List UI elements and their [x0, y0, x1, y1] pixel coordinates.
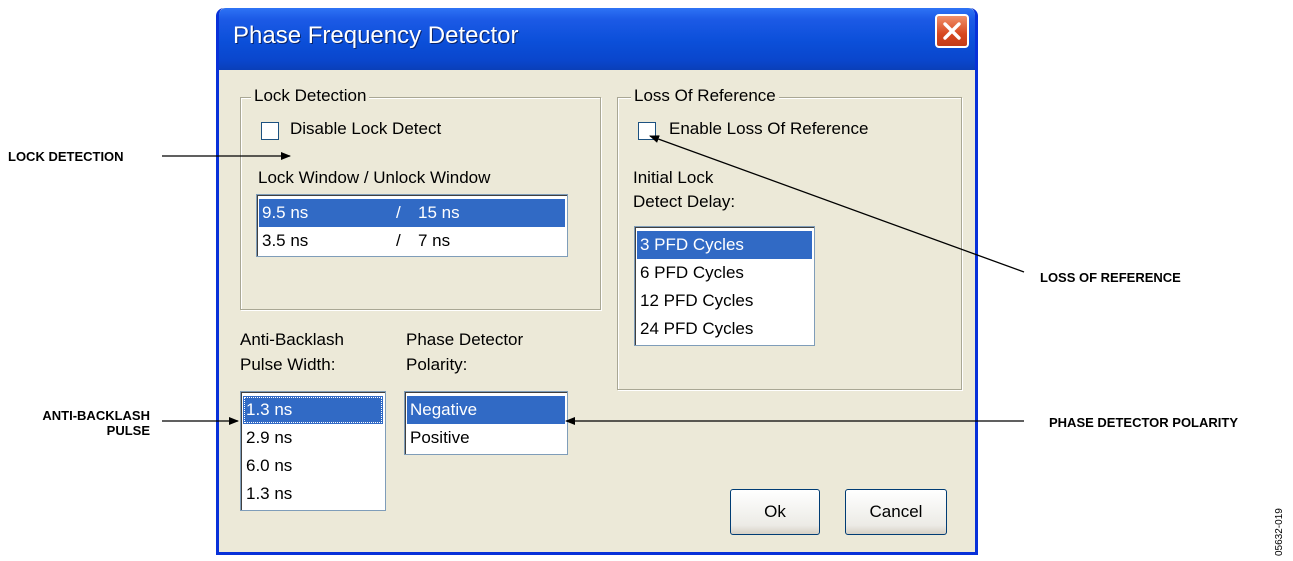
figure-number: 05632-019	[1274, 508, 1285, 556]
lock-detection-annotation: LOCK DETECTION	[8, 149, 124, 164]
anti-backlash-annotation-line1: ANTI-BACKLASH	[42, 408, 150, 423]
loss-of-reference-arrow	[649, 135, 1025, 273]
anti-backlash-annotation-line2: PULSE	[106, 423, 150, 438]
phase-detector-polarity-annotation: PHASE DETECTOR POLARITY	[1049, 415, 1239, 430]
loss-of-reference-annotation: LOSS OF REFERENCE	[1040, 270, 1181, 285]
